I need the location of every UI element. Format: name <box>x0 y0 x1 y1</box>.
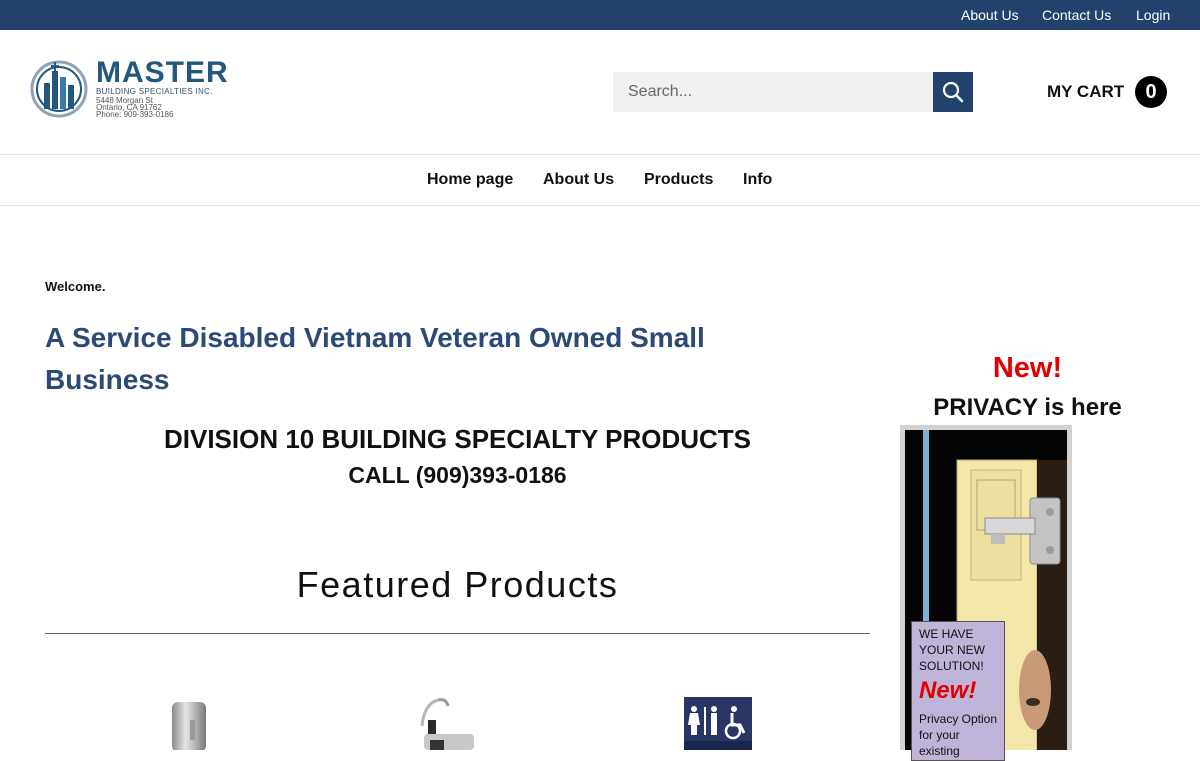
topbar-contact-us-link[interactable]: Contact Us <box>1042 7 1111 23</box>
page-headline: A Service Disabled Vietnam Veteran Owned… <box>45 322 705 395</box>
division-heading: DIVISION 10 BUILDING SPECIALTY PRODUCTS <box>163 424 751 454</box>
cart-label: MY CART <box>1047 82 1125 101</box>
nav-info[interactable]: Info <box>743 171 772 189</box>
search-form <box>613 72 973 112</box>
sidebar-privacy-heading: PRIVACY is here <box>933 394 1122 421</box>
topbar-about-us-link[interactable]: About Us <box>961 7 1019 23</box>
logo-subtitle: BUILDING SPECIALTIES INC. <box>96 87 213 96</box>
promo-line5: for your <box>919 728 960 742</box>
promo-line6: existing <box>919 744 960 758</box>
promo-text-box: WE HAVE YOUR NEW SOLUTION! New! Privacy … <box>911 621 1005 761</box>
product-faucet-image[interactable] <box>412 696 482 750</box>
sidebar-new-label: New! <box>992 352 1063 384</box>
welcome-text: Welcome. <box>45 279 106 294</box>
promo-line2: YOUR NEW <box>919 643 985 657</box>
logo-name: MASTER <box>96 56 229 89</box>
promo-line3: SOLUTION! <box>919 659 984 673</box>
search-button[interactable] <box>933 72 973 112</box>
featured-products-title: Featured Products <box>296 564 619 605</box>
site-logo[interactable]: MASTER BUILDING SPECIALTIES INC. 5448 Mo… <box>30 58 240 122</box>
nav-home-page[interactable]: Home page <box>427 171 513 189</box>
product-soap-dispenser-image[interactable] <box>168 700 210 750</box>
logo-emblem-icon <box>30 60 88 118</box>
nav-products[interactable]: Products <box>644 171 713 189</box>
call-phone-heading: CALL (909)393-0186 <box>348 462 567 488</box>
promo-line1: WE HAVE <box>919 627 974 641</box>
logo-phone: Phone: 909-393-0186 <box>96 110 174 119</box>
site-header: MASTER BUILDING SPECIALTIES INC. 5448 Mo… <box>0 30 1200 155</box>
main-navigation: Home page About Us Products Info <box>0 155 1200 206</box>
promo-line4: Privacy Option <box>919 712 998 726</box>
topbar-login-link[interactable]: Login <box>1136 7 1170 23</box>
section-divider <box>45 633 870 634</box>
top-utility-bar: About Us Contact Us Login <box>0 0 1200 30</box>
cart-count-badge: 0 <box>1135 76 1167 108</box>
promo-new-label: New! <box>919 677 977 704</box>
search-input[interactable] <box>613 72 933 112</box>
search-icon <box>942 81 964 103</box>
product-restroom-sign-image[interactable] <box>684 697 752 750</box>
nav-about-us[interactable]: About Us <box>543 171 614 189</box>
